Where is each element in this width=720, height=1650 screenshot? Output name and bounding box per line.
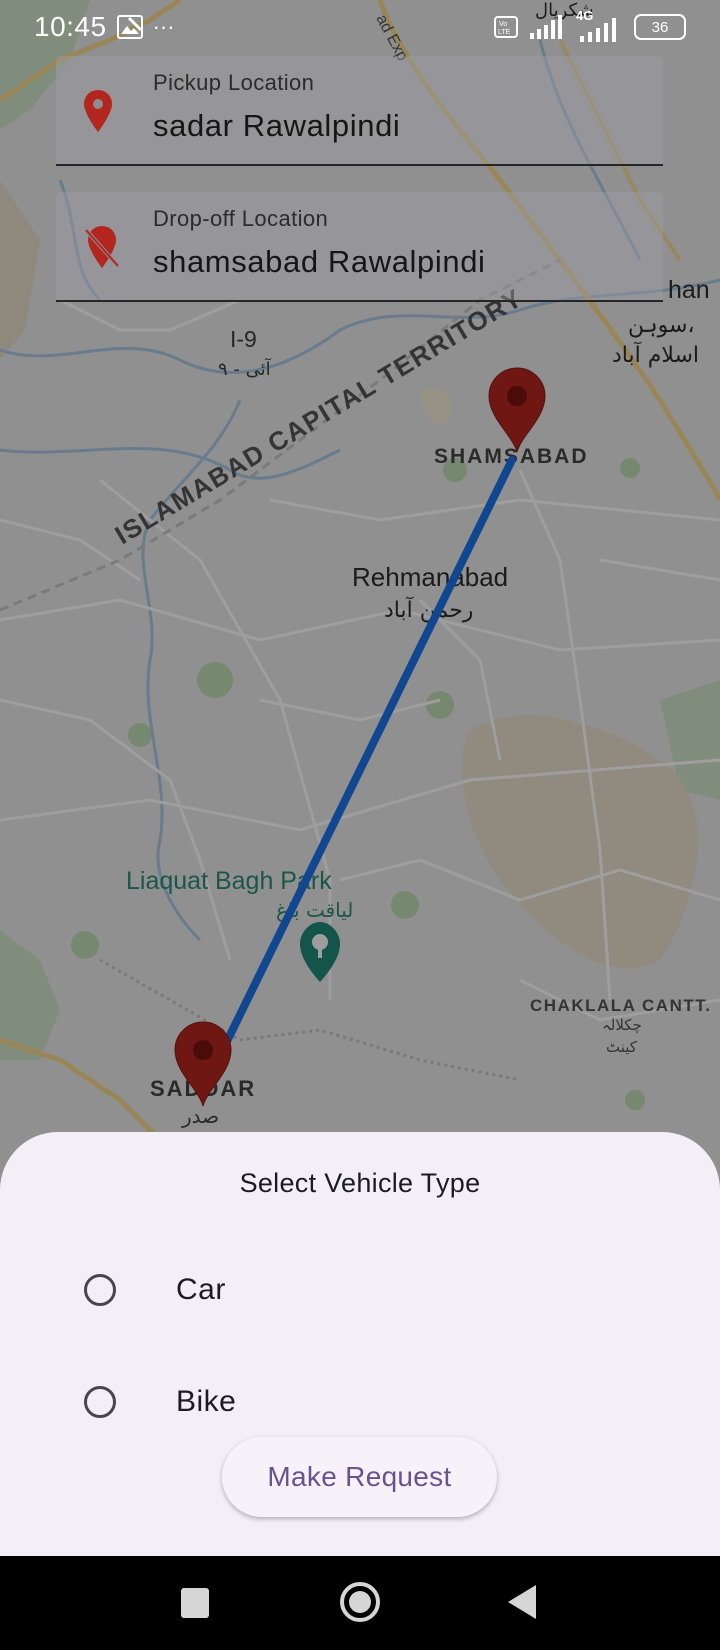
volte-icon: Vo LTE — [494, 16, 518, 38]
sheet-title: Select Vehicle Type — [239, 1168, 481, 1198]
modal-scrim[interactable] — [0, 0, 720, 1200]
location-off-icon — [84, 226, 120, 268]
bike-label: Bike — [176, 1385, 237, 1418]
signal-4g-icon: 4G — [576, 8, 622, 42]
signal-icon — [530, 15, 562, 39]
vehicle-option-bike[interactable]: Bike — [84, 1372, 644, 1432]
status-bar: 10:45 ··· Vo LTE 4G 36 — [0, 0, 720, 54]
status-overflow: ··· — [152, 14, 175, 39]
battery-level: 36 — [651, 18, 669, 36]
pickup-location-input[interactable]: sadar Rawalpindi — [153, 108, 400, 144]
battery-icon: 36 — [634, 14, 686, 40]
location-pin-icon — [84, 90, 112, 132]
back-triangle-icon[interactable] — [508, 1585, 538, 1619]
make-request-button[interactable]: Make Request — [222, 1437, 497, 1517]
vehicle-type-sheet: Select Vehicle Type Car Bike Make Reques… — [0, 1132, 720, 1556]
dropoff-location-field[interactable]: Drop-off Location shamsabad Rawalpindi — [56, 192, 663, 302]
pickup-location-label: Pickup Location — [153, 70, 315, 95]
recents-square-icon[interactable] — [181, 1588, 209, 1618]
status-time: 10:45 — [34, 11, 107, 42]
home-circle-icon[interactable] — [339, 1581, 381, 1623]
car-label: Car — [176, 1273, 226, 1306]
vehicle-option-car[interactable]: Car — [84, 1260, 644, 1320]
image-icon — [116, 15, 143, 39]
dropoff-location-label: Drop-off Location — [153, 206, 329, 231]
dropoff-location-input[interactable]: shamsabad Rawalpindi — [153, 244, 486, 280]
car-radio[interactable] — [84, 1274, 116, 1306]
svg-text:LTE: LTE — [498, 29, 511, 36]
pickup-location-field[interactable]: Pickup Location sadar Rawalpindi — [56, 56, 663, 166]
svg-text:Vo: Vo — [499, 21, 507, 28]
bike-radio[interactable] — [84, 1386, 116, 1418]
navigation-bar — [0, 1556, 720, 1650]
